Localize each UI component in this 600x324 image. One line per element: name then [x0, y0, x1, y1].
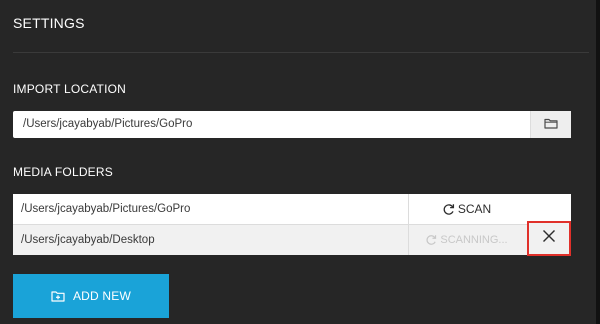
- window-edge: [596, 0, 600, 324]
- add-new-button[interactable]: ADD NEW: [13, 274, 169, 318]
- scanning-status-label: SCANNING...: [440, 234, 508, 246]
- scan-button-label: SCAN: [457, 202, 492, 216]
- refresh-icon: [442, 203, 455, 216]
- media-folders-label: MEDIA FOLDERS: [13, 165, 113, 179]
- media-folders-list: /Users/jcayabyab/Pictures/GoPro SCAN /Us…: [13, 194, 571, 256]
- media-folder-path: /Users/jcayabyab/Pictures/GoPro: [13, 194, 409, 224]
- title-divider: [13, 52, 589, 53]
- folder-icon: [544, 116, 558, 134]
- add-folder-icon: [51, 290, 65, 302]
- media-folder-row: /Users/jcayabyab/Desktop SCANNING...: [13, 225, 571, 255]
- import-location-path[interactable]: /Users/jcayabyab/Pictures/GoPro: [13, 111, 530, 138]
- add-new-label: ADD NEW: [72, 289, 132, 303]
- close-icon: [542, 229, 556, 248]
- refresh-icon: [425, 234, 437, 246]
- scan-button[interactable]: SCAN: [409, 194, 524, 224]
- remove-folder-button[interactable]: [527, 221, 571, 256]
- scanning-status: SCANNING...: [409, 225, 524, 255]
- browse-folder-button[interactable]: [530, 111, 571, 138]
- import-location-field: /Users/jcayabyab/Pictures/GoPro: [13, 111, 571, 138]
- empty-remove-cell: [524, 194, 571, 224]
- import-location-label: IMPORT LOCATION: [13, 82, 127, 96]
- media-folder-row: /Users/jcayabyab/Pictures/GoPro SCAN: [13, 194, 571, 224]
- media-folder-path: /Users/jcayabyab/Desktop: [13, 225, 409, 255]
- page-title: SETTINGS: [13, 15, 85, 31]
